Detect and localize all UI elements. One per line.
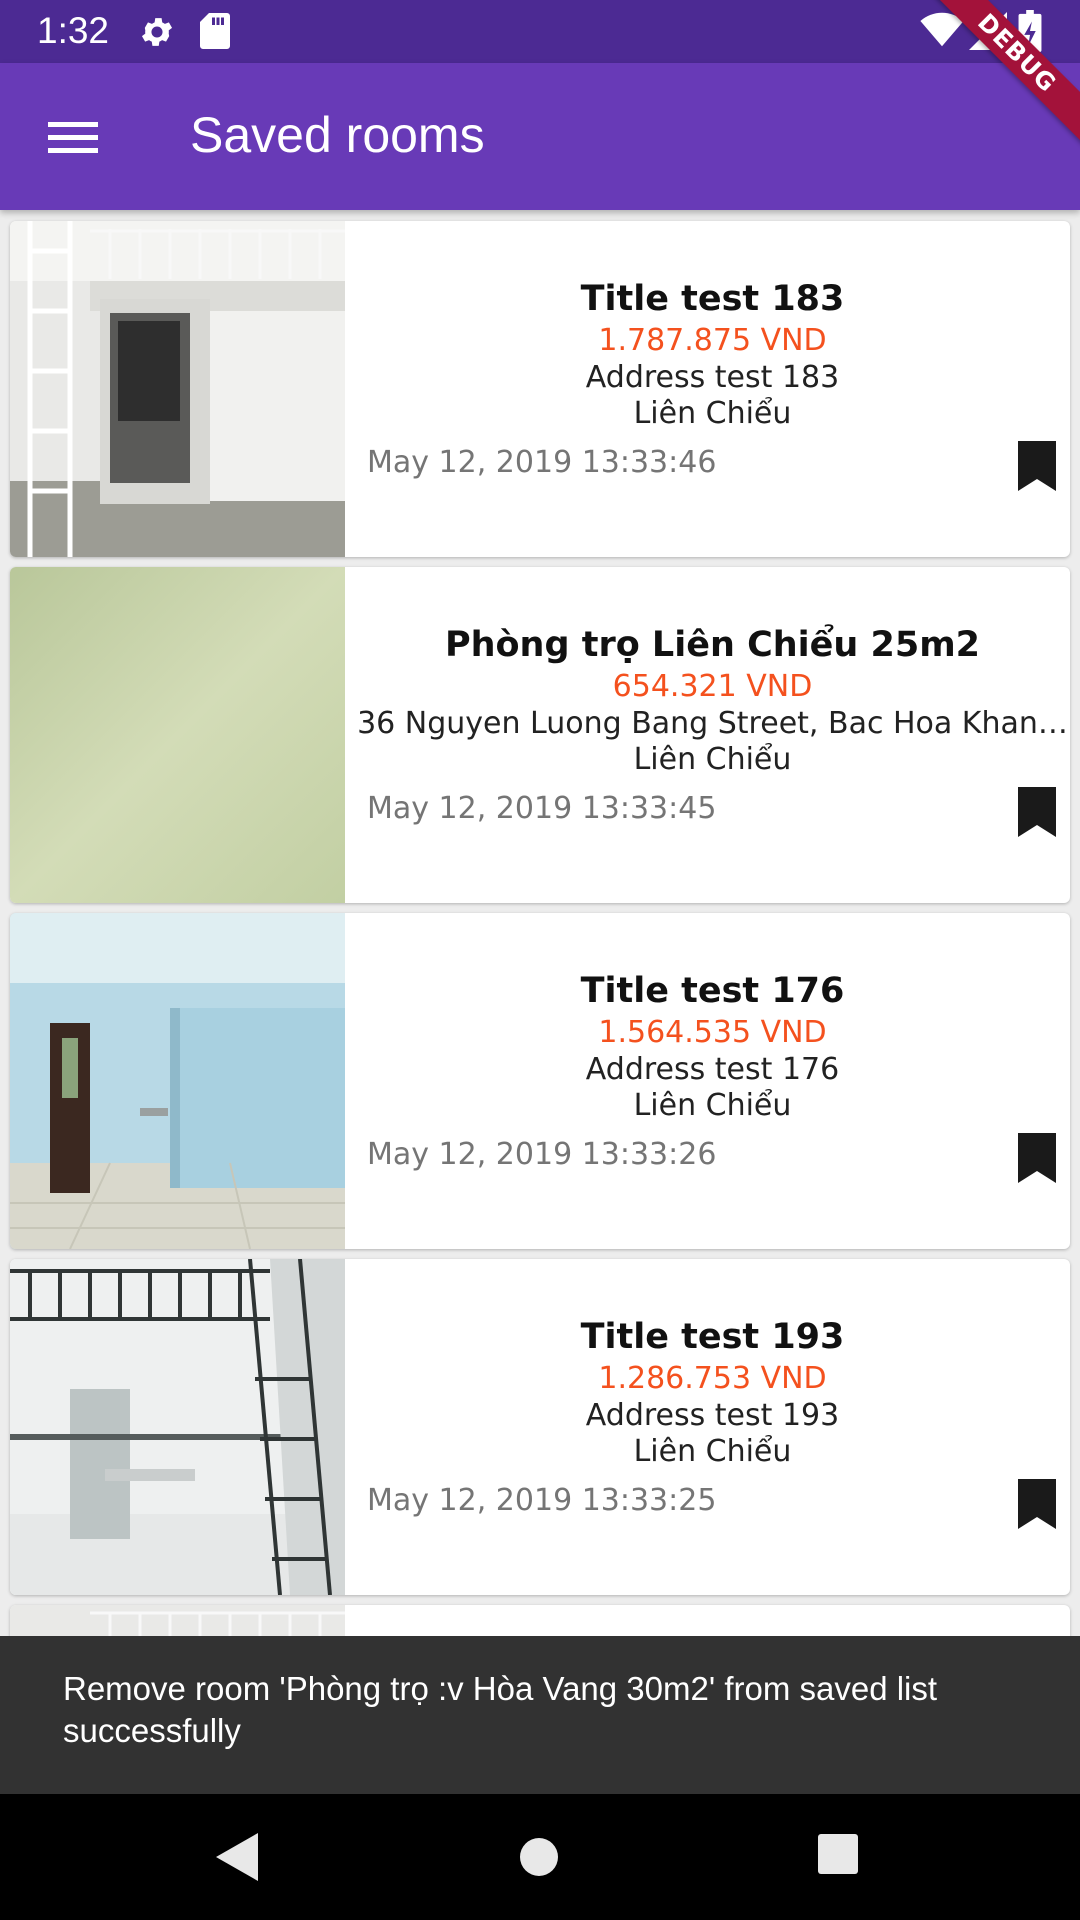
bookmark-button[interactable] [1012, 782, 1062, 842]
room-card[interactable]: Phòng trọ Liên Chiểu 25m2 654.321 VND 36… [10, 567, 1070, 903]
room-address: Address test 193 [585, 1398, 840, 1433]
system-navigation-bar [0, 1794, 1080, 1920]
room-thumbnail [10, 1605, 345, 1636]
status-bar: 1:32 [0, 0, 1080, 63]
room-title: Title test 183 [580, 279, 845, 319]
room-thumbnail [10, 913, 345, 1249]
room-address: Address test 183 [585, 360, 840, 395]
status-time: 1:32 [37, 10, 110, 51]
room-info: Phòng trọ Liên Chiểu 25m2 654.321 VND 36… [355, 567, 1070, 903]
room-price: 1.787.875 VND [598, 323, 827, 358]
bookmark-filled-icon [1018, 1133, 1056, 1183]
bookmark-button[interactable] [1012, 436, 1062, 496]
room-price: 1.564.535 VND [598, 1015, 827, 1050]
room-card[interactable] [10, 1605, 1070, 1636]
recents-icon[interactable] [816, 1832, 860, 1876]
room-title: Title test 176 [580, 971, 845, 1011]
room-title: Phòng trọ Liên Chiểu 25m2 [444, 625, 981, 665]
room-info: Title test 176 1.564.535 VND Address tes… [355, 913, 1070, 1249]
room-date: May 12, 2019 13:33:45 [367, 791, 717, 826]
bookmark-filled-icon [1018, 787, 1056, 837]
room-thumbnail [10, 567, 345, 903]
bookmark-button[interactable] [1012, 1474, 1062, 1534]
room-date: May 12, 2019 13:33:46 [367, 445, 717, 480]
room-date: May 12, 2019 13:33:26 [367, 1137, 717, 1172]
room-price: 1.286.753 VND [598, 1361, 827, 1396]
bookmark-filled-icon [1018, 1479, 1056, 1529]
room-district: Liên Chiểu [633, 1434, 792, 1469]
room-thumbnail [10, 221, 345, 557]
gear-icon [141, 18, 173, 46]
room-card[interactable]: Title test 193 1.286.753 VND Address tes… [10, 1259, 1070, 1595]
room-info: Title test 183 1.787.875 VND Address tes… [355, 221, 1070, 557]
room-address: Address test 176 [585, 1052, 840, 1087]
menu-button[interactable] [30, 103, 116, 171]
back-icon[interactable] [212, 1829, 262, 1885]
room-price: 654.321 VND [612, 669, 813, 704]
bookmark-filled-icon [1018, 441, 1056, 491]
room-district: Liên Chiểu [633, 742, 792, 777]
app-bar: Saved rooms [0, 63, 1080, 210]
page-title: Saved rooms [190, 107, 485, 163]
room-thumbnail [10, 1259, 345, 1595]
room-info: Title test 193 1.286.753 VND Address tes… [355, 1259, 1070, 1595]
saved-rooms-list[interactable]: Title test 183 1.787.875 VND Address tes… [0, 210, 1080, 1636]
sd-card-icon [200, 13, 230, 49]
room-card[interactable]: Title test 176 1.564.535 VND Address tes… [10, 913, 1070, 1249]
bookmark-button[interactable] [1012, 1128, 1062, 1188]
room-date: May 12, 2019 13:33:25 [367, 1483, 717, 1518]
room-card[interactable]: Title test 183 1.787.875 VND Address tes… [10, 221, 1070, 557]
room-address: 36 Nguyen Luong Bang Street, Bac Hoa Kha… [357, 706, 1068, 741]
home-icon[interactable] [514, 1832, 564, 1882]
snackbar-message: Remove room 'Phòng trọ :v Hòa Vang 30m2'… [63, 1670, 938, 1749]
hamburger-menu-icon [48, 122, 98, 153]
room-district: Liên Chiểu [633, 1088, 792, 1123]
snackbar: Remove room 'Phòng trọ :v Hòa Vang 30m2'… [0, 1636, 1080, 1794]
room-district: Liên Chiểu [633, 396, 792, 431]
room-title: Title test 193 [580, 1317, 845, 1357]
